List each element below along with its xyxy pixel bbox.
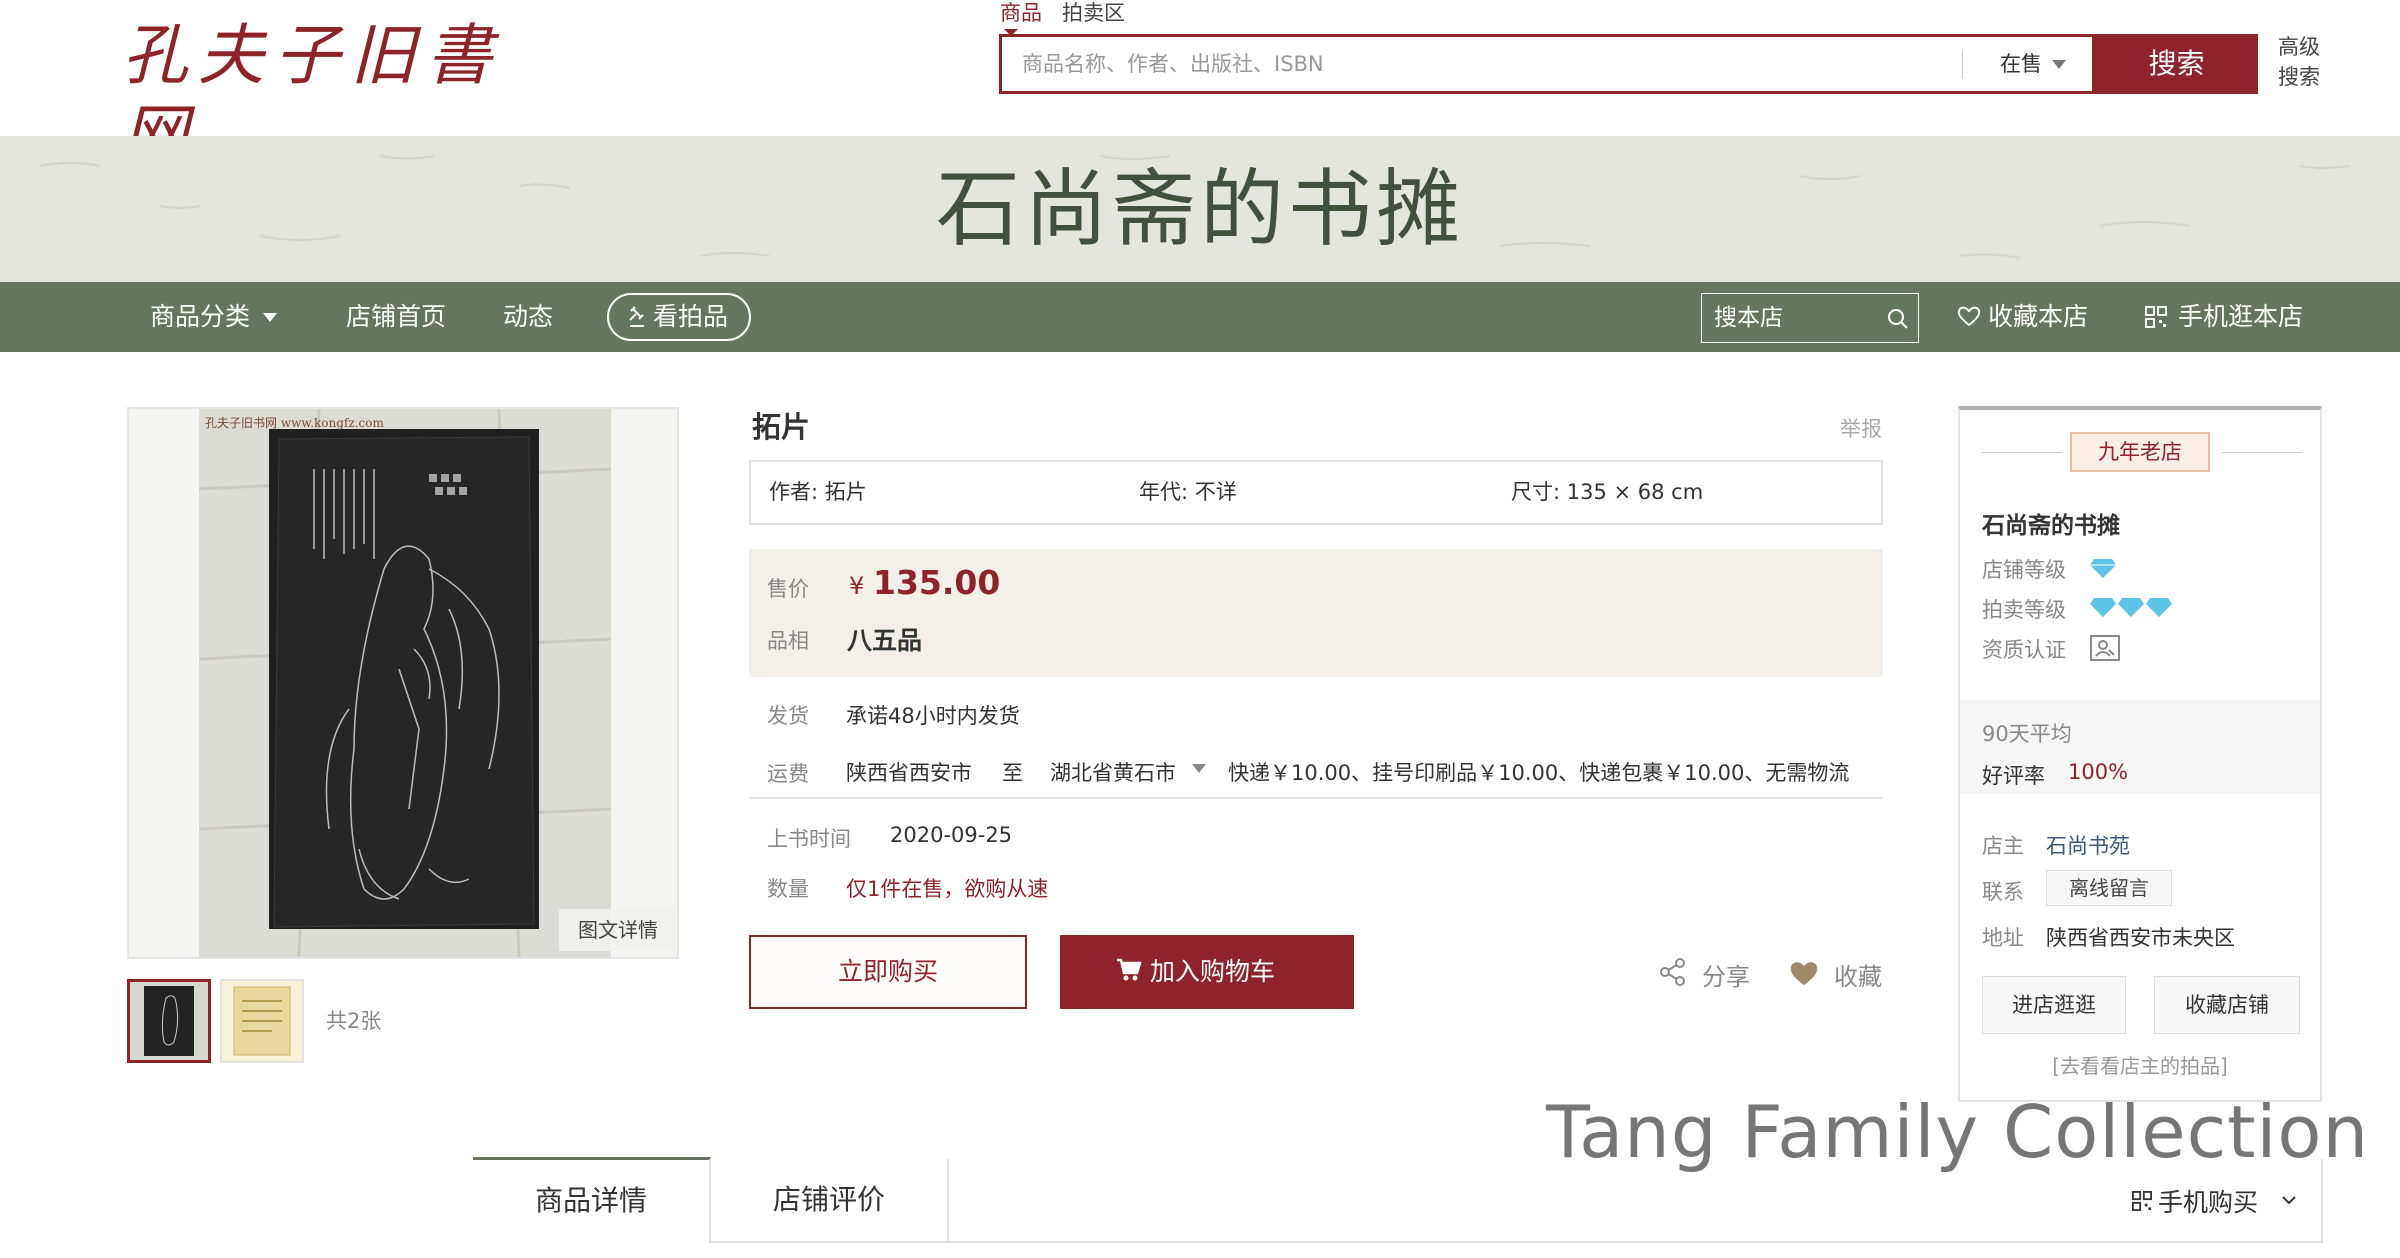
nav-dynamics[interactable]: 动态 xyxy=(503,282,553,352)
attr-size: 尺寸: 135 × 68 cm xyxy=(1511,480,1704,504)
diamond-icon xyxy=(2090,598,2172,617)
nav-auction-label: 看拍品 xyxy=(653,302,729,331)
product-attributes: 作者: 拓片 年代: 不详 尺寸: 135 × 68 cm xyxy=(749,460,1883,525)
mobile-buy-label: 手机购买 xyxy=(2158,1188,2259,1217)
search-bar: 在售 xyxy=(999,34,2095,94)
chevron-down-icon xyxy=(2282,1196,2296,1205)
nav-favorite-shop[interactable]: 收藏本店 xyxy=(1956,282,2088,352)
share-icon xyxy=(1660,958,1685,986)
fee-detail: 快递￥10.00、挂号印刷品￥10.00、快递包裹￥10.00、无需物流 xyxy=(1228,761,1850,785)
auction-level-label: 拍卖等级 xyxy=(1982,598,2066,622)
currency-symbol: ¥ xyxy=(849,572,865,600)
shop-card: 九年老店 石尚斋的书摊 店铺等级 拍卖等级 资质认证 90天平均 好评率 100… xyxy=(1958,406,2322,1102)
collection-watermark: Tang Family Collection xyxy=(1546,1090,2370,1174)
condition-value: 八五品 xyxy=(847,626,923,655)
report-link[interactable]: 举报 xyxy=(1840,413,1882,443)
search-button[interactable]: 搜索 xyxy=(2095,34,2258,94)
enter-shop-button[interactable]: 进店逛逛 xyxy=(1982,976,2126,1034)
main-product-image[interactable]: 孔夫子旧书网 www.kongfz.com 图文详情 xyxy=(127,407,679,959)
product-title: 拓片 xyxy=(752,410,811,444)
price-panel: 售价 ¥ 135.00 品相 八五品 xyxy=(749,549,1883,677)
quantity-label: 数量 xyxy=(767,877,809,901)
divider xyxy=(2222,452,2302,453)
search-input[interactable] xyxy=(1022,37,1942,91)
tab-shop-reviews[interactable]: 店铺评价 xyxy=(711,1159,949,1243)
share-button[interactable]: 分享 xyxy=(1658,957,1750,992)
gallery-watermark: 孔夫子旧书网 www.kongfz.com xyxy=(205,416,384,430)
price-value: 135.00 xyxy=(873,563,1001,602)
condition-label: 品相 xyxy=(767,629,809,653)
attr-author: 作者: 拓片 xyxy=(769,480,867,504)
positive-rate-value: 100% xyxy=(2068,760,2129,784)
shop-level-label: 店铺等级 xyxy=(1982,558,2066,582)
avg-period-label: 90天平均 xyxy=(1982,722,2072,746)
address-value: 陕西省西安市未央区 xyxy=(2046,926,2235,950)
favorite-shop-button[interactable]: 收藏店铺 xyxy=(2154,976,2300,1034)
certification-label: 资质认证 xyxy=(1982,638,2066,662)
shop-name[interactable]: 石尚斋的书摊 xyxy=(1982,506,2120,540)
diamond-icon xyxy=(2090,559,2116,578)
shop-title: 石尚斋的书摊 xyxy=(935,160,1464,258)
nav-shop-home[interactable]: 店铺首页 xyxy=(346,282,446,352)
shop-age-badge: 九年老店 xyxy=(2070,432,2210,472)
site-logo[interactable]: 孔夫子旧書网 xyxy=(122,16,562,174)
share-label: 分享 xyxy=(1702,963,1750,991)
mobile-buy-button[interactable]: 手机购买 xyxy=(2132,1183,2296,1219)
fee-label: 运费 xyxy=(767,762,809,786)
collect-button[interactable]: 收藏 xyxy=(1788,957,1882,992)
caret-down-icon[interactable] xyxy=(263,313,277,322)
image-detail-button[interactable]: 图文详情 xyxy=(559,909,677,951)
collect-label: 收藏 xyxy=(1834,963,1882,991)
owner-name[interactable]: 石尚书苑 xyxy=(2046,830,2130,860)
search-divider xyxy=(1962,51,1963,79)
certificate-icon[interactable] xyxy=(2090,635,2120,661)
divider xyxy=(1982,452,2062,453)
fee-destination-select[interactable]: 湖北省黄石市 xyxy=(1050,757,1176,787)
nav-auction-button[interactable]: 看拍品 xyxy=(607,293,751,341)
listing-date-value: 2020-09-25 xyxy=(890,823,1013,847)
attr-era: 年代: 不详 xyxy=(1139,480,1237,504)
search-tab-auction[interactable]: 拍卖区 xyxy=(1062,0,1125,26)
shop-banner: 石尚斋的书摊 xyxy=(0,136,2400,282)
qrcode-icon xyxy=(2132,1191,2152,1211)
search-scope-select[interactable]: 在售 xyxy=(2000,37,2042,91)
offline-message-button[interactable]: 离线留言 xyxy=(2046,870,2172,906)
owner-label: 店主 xyxy=(1982,834,2024,858)
nav-mobile-shop[interactable]: 手机逛本店 xyxy=(2145,282,2303,352)
thumbnail-2[interactable] xyxy=(220,979,304,1063)
caret-down-icon[interactable] xyxy=(1192,764,1206,773)
thumbnail-1[interactable] xyxy=(127,979,211,1063)
positive-rate-label: 好评率 xyxy=(1982,764,2045,788)
cart-icon xyxy=(1117,958,1142,981)
tab-product-detail[interactable]: 商品详情 xyxy=(473,1157,711,1243)
thumbnail-count: 共2张 xyxy=(326,1009,382,1033)
shop-search-input[interactable]: 搜本店 xyxy=(1714,294,1884,342)
nav-category[interactable]: 商品分类 xyxy=(150,282,250,352)
divider xyxy=(749,797,1883,799)
address-label: 地址 xyxy=(1982,926,2024,950)
buy-now-button[interactable]: 立即购买 xyxy=(749,935,1027,1009)
search-tab-products[interactable]: 商品 xyxy=(1000,0,1042,36)
fee-origin: 陕西省西安市 xyxy=(846,761,972,785)
contact-label: 联系 xyxy=(1982,880,2024,904)
shop-nav: 商品分类 店铺首页 动态 看拍品 搜本店 收藏本店 手机逛本店 xyxy=(0,282,2400,352)
shipping-value: 承诺48小时内发货 xyxy=(846,704,1020,728)
gavel-icon xyxy=(629,306,644,327)
add-to-cart-label: 加入购物车 xyxy=(1150,957,1276,986)
rubbing-photo: 孔夫子旧书网 www.kongfz.com xyxy=(199,409,611,957)
fee-to: 至 xyxy=(1002,761,1023,785)
add-to-cart-button[interactable]: 加入购物车 xyxy=(1060,935,1354,1009)
search-icon[interactable] xyxy=(1886,307,1910,331)
heart-icon xyxy=(1790,962,1818,985)
see-owner-auctions-link[interactable]: [去看看店主的拍品] xyxy=(1960,1050,2320,1079)
caret-down-icon[interactable] xyxy=(2052,60,2066,69)
advanced-search-link[interactable]: 高级搜索 xyxy=(2278,32,2328,92)
shipping-label: 发货 xyxy=(767,704,809,728)
shop-search-box[interactable]: 搜本店 xyxy=(1701,293,1919,343)
quantity-value: 仅1件在售，欲购从速 xyxy=(846,877,1049,901)
listing-date-label: 上书时间 xyxy=(767,827,851,851)
price-label: 售价 xyxy=(767,577,809,601)
